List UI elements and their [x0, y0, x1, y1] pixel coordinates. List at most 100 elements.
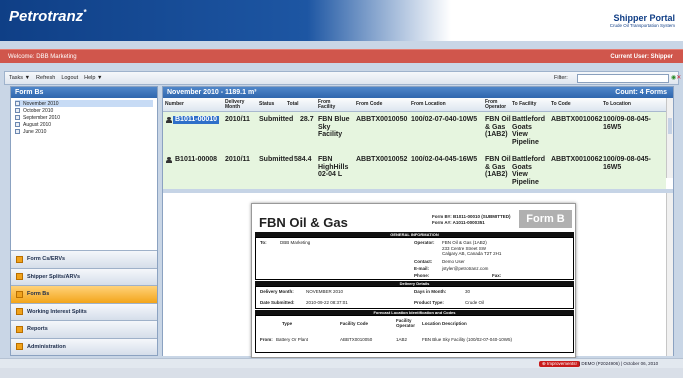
- row-to-location: 100/09-08-045-16W5: [603, 156, 651, 171]
- build-info: | DEMO (P2024906) | October 06, 2010: [579, 361, 659, 366]
- calendar-icon: [15, 101, 20, 106]
- current-user: Current User: Shipper: [610, 54, 673, 60]
- row-number[interactable]: B1011-00010: [173, 116, 220, 124]
- month-item[interactable]: October 2010: [15, 107, 153, 114]
- grid-title: November 2010 - 1189.1 m³: [167, 88, 257, 96]
- row-from-location: 100/02-07-040-10W5: [411, 116, 478, 123]
- table-row[interactable]: B1011-00008 2010/11 Submitted 584.4 FBN …: [163, 152, 666, 190]
- folder-icon: [16, 343, 23, 351]
- left-panel: Form Bs November 2010 October 2010 Septe…: [10, 86, 158, 356]
- forms-count: Count: 4 Forms: [615, 88, 667, 96]
- col-from-location[interactable]: From Location: [411, 102, 446, 107]
- folder-icon: [16, 255, 23, 263]
- row-from-operator: FBN Oil & Gas (1AB2): [485, 156, 511, 178]
- month-item[interactable]: August 2010: [15, 121, 153, 128]
- month-item[interactable]: September 2010: [15, 114, 153, 121]
- tasks-menu[interactable]: Tasks ▼: [9, 75, 30, 81]
- delivery-box: Delivery Month: NOVEMBER 2010 Days in Mon…: [255, 286, 574, 309]
- grid-title-bar: November 2010 - 1189.1 m³ Count: 4 Forms: [163, 87, 673, 98]
- toolbar: Tasks ▼ Refresh Logout Help ▼ Filter: ◉✕: [4, 71, 681, 85]
- col-from-code[interactable]: From Code: [356, 102, 382, 107]
- row-to-facility: Battleford Goats View Pipeline: [512, 116, 546, 146]
- col-to-facility[interactable]: To Facility: [512, 102, 536, 107]
- forms-grid: November 2010 - 1189.1 m³ Count: 4 Forms…: [163, 87, 673, 190]
- month-item[interactable]: November 2010: [15, 100, 153, 107]
- portal-title: Shipper Portal: [613, 13, 675, 23]
- row-number[interactable]: B1011-00008: [175, 156, 217, 164]
- nav-sections: Form Cs/ERVs Shipper Splits/ARVs Form Bs…: [11, 250, 157, 355]
- welcome-text: Welcome: DBB Marketing: [8, 54, 77, 60]
- folder-icon: [16, 273, 23, 281]
- col-total[interactable]: Total: [287, 102, 299, 107]
- improvements-button[interactable]: ⊕ Improvements!: [539, 361, 580, 367]
- nav-working-interest-splits[interactable]: Working Interest Splits: [11, 302, 157, 320]
- row-to-facility: Battleford Goats View Pipeline: [512, 156, 546, 186]
- document-viewer: FBN Oil & Gas Form B#: B1011-00010 (SUBM…: [163, 193, 673, 358]
- form-bs-panel-title: Form Bs: [11, 87, 157, 98]
- row-from-location: 100/02-04-045-16W5: [411, 156, 478, 163]
- right-panel: November 2010 - 1189.1 m³ Count: 4 Forms…: [162, 86, 674, 358]
- row-month: 2010/11: [225, 116, 250, 123]
- nav-shipper-splits-arvs[interactable]: Shipper Splits/ARVs: [11, 267, 157, 285]
- chevron-down-icon: ▼: [24, 75, 31, 81]
- nav-form-cs-ervs[interactable]: Form Cs/ERVs: [11, 250, 157, 268]
- user-icon: [166, 157, 172, 164]
- nav-reports[interactable]: Reports: [11, 320, 157, 338]
- calendar-icon: [15, 115, 20, 120]
- row-month: 2010/11: [225, 156, 250, 163]
- row-total: 584.4: [294, 156, 312, 163]
- petrotranz-logo: Petrotranz*: [9, 8, 87, 25]
- row-to-location: 100/09-08-045-16W5: [603, 116, 651, 131]
- col-from-operator[interactable]: From Operator: [485, 100, 509, 110]
- general-info-box: To: DBB Marketing Operator: FBN Oil & Gas…: [255, 237, 574, 280]
- refresh-button[interactable]: Refresh: [36, 75, 55, 81]
- col-from-facility[interactable]: From Facility: [318, 100, 346, 110]
- nav-form-bs[interactable]: Form Bs: [11, 285, 157, 303]
- row-total: 28.7: [300, 116, 314, 123]
- col-status[interactable]: Status: [259, 102, 274, 107]
- forecast-box: Type Facility Code Facility Operator Loc…: [255, 315, 574, 353]
- month-list: November 2010 October 2010 September 201…: [11, 98, 157, 137]
- row-to-code: ABBTX0010062: [551, 156, 603, 163]
- folder-icon: [16, 308, 23, 316]
- grid-scrollbar[interactable]: [666, 98, 673, 178]
- row-from-code: ABBTX0010052: [356, 156, 408, 163]
- doc-company: FBN Oil & Gas: [259, 215, 348, 230]
- col-delivery-month[interactable]: Delivery Month: [225, 100, 255, 110]
- welcome-bar: Welcome: DBB Marketing Current User: Shi…: [0, 49, 683, 63]
- form-b-badge: Form B: [519, 210, 572, 228]
- col-to-location[interactable]: To Location: [603, 102, 631, 107]
- form-b-document: FBN Oil & Gas Form B#: B1011-00010 (SUBM…: [251, 203, 576, 358]
- calendar-icon: [15, 122, 20, 127]
- user-icon: [166, 117, 172, 124]
- help-menu[interactable]: Help ▼: [84, 75, 102, 81]
- shipper-portal-brand: Shipper Portal Crude Oil Transportation …: [610, 13, 675, 28]
- col-number[interactable]: Number: [165, 102, 184, 107]
- folder-icon: [16, 290, 23, 298]
- operator-value: FBN Oil & Gas (1AB2) 233 Centre Street SW…: [442, 240, 502, 256]
- nav-administration[interactable]: Administration: [11, 337, 157, 355]
- filter-input[interactable]: [577, 74, 669, 83]
- row-from-facility: FBN Blue Sky Facility: [318, 116, 350, 138]
- table-row[interactable]: B1011-00010 2010/11 Submitted 28.7 FBN B…: [163, 112, 666, 152]
- calendar-icon: [15, 108, 20, 113]
- clear-filter-icon[interactable]: ✕: [676, 75, 681, 81]
- app-header: Petrotranz* Shipper Portal Crude Oil Tra…: [0, 0, 683, 41]
- filter-label: Filter:: [554, 75, 568, 81]
- status-bar: ⊕ Improvements! | DEMO (P2024906) | Octo…: [0, 358, 683, 368]
- folder-icon: [16, 325, 23, 333]
- month-item[interactable]: June 2010: [15, 128, 153, 135]
- row-from-facility: FBN HighHills 02-04 L: [318, 156, 349, 178]
- browser-status-bar: [0, 368, 683, 378]
- row-status: Submitted: [259, 116, 294, 123]
- grid-header: Number Delivery Month Status Total From …: [163, 98, 666, 112]
- row-from-operator: FBN Oil & Gas (1AB2): [485, 116, 511, 138]
- doc-form-numbers: Form B#: B1011-00010 (SUBMITTED) Form A#:…: [432, 214, 511, 225]
- col-to-code[interactable]: To Code: [551, 102, 571, 107]
- calendar-icon: [15, 129, 20, 134]
- row-to-code: ABBTX0010062: [551, 116, 603, 123]
- viewer-scrollbar[interactable]: [666, 193, 673, 356]
- row-status: Submitted: [259, 156, 294, 163]
- logout-button[interactable]: Logout: [61, 75, 78, 81]
- row-from-code: ABBTX0010050: [356, 116, 408, 123]
